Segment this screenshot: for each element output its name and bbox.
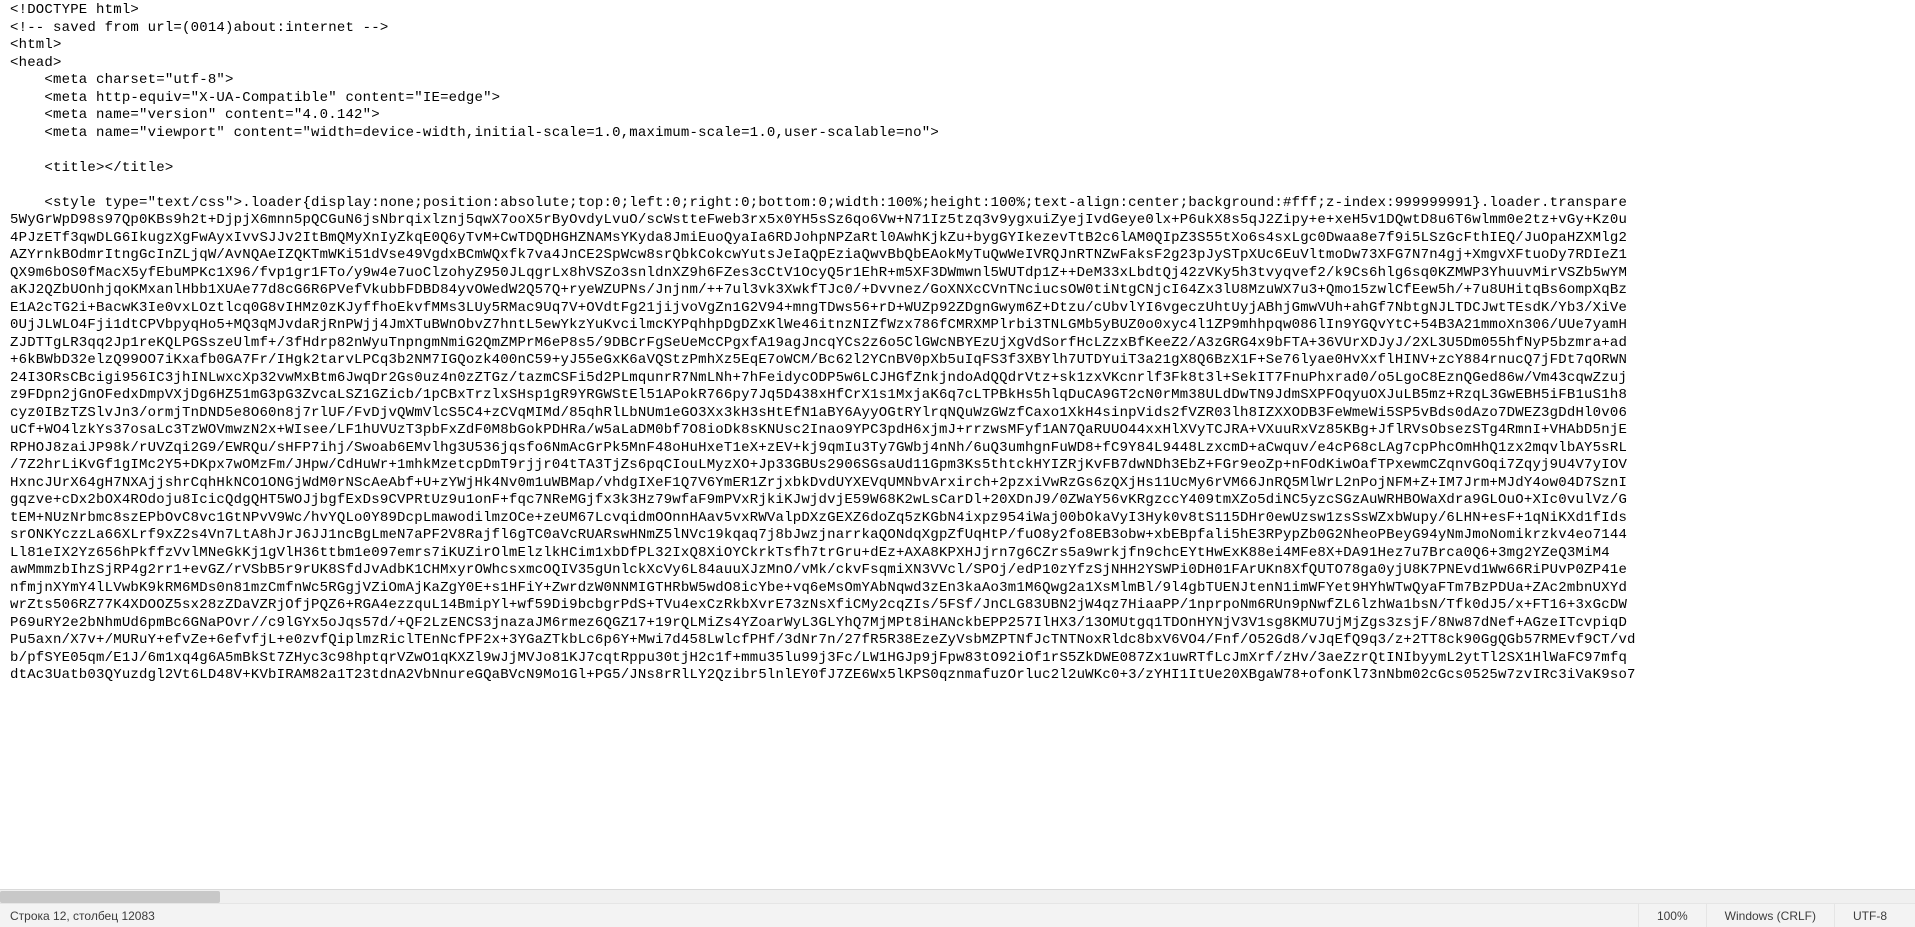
code-line[interactable]: Ll81eIX2Yz656hPkffzVvlMNeGkKj1gVlH36ttbm… bbox=[10, 545, 1907, 563]
code-line[interactable]: aKJ2QZbUOnhjqoKMxanlHbb1XUAe77d8cG6R6PVe… bbox=[10, 282, 1907, 300]
code-line[interactable]: QX9m6bOS0fMacX5yfEbuMPKc1X96/fvp1gr1FTo/… bbox=[10, 265, 1907, 283]
code-line[interactable]: <title></title> bbox=[10, 160, 1907, 178]
code-line[interactable]: <meta name="version" content="4.0.142"> bbox=[10, 107, 1907, 125]
code-line[interactable]: E1A2cTG2i+BacwK3Ie0vxLOztlcq0G8vIHMz0zKJ… bbox=[10, 300, 1907, 318]
line-ending-mode[interactable]: Windows (CRLF) bbox=[1706, 904, 1834, 927]
code-line[interactable]: <html> bbox=[10, 37, 1907, 55]
code-line[interactable]: <!-- saved from url=(0014)about:internet… bbox=[10, 20, 1907, 38]
code-line[interactable]: /7Z2hrLiKvGf1gIMc2Y5+DKpx7wOMzFm/JHpw/Cd… bbox=[10, 457, 1907, 475]
code-line[interactable]: +6kBWbD32elzQ99OO7iKxafb0GA7Fr/IHgk2tarv… bbox=[10, 352, 1907, 370]
code-line[interactable]: Pu5axn/X7v+/MURuY+efvZe+6efvfjL+e0zvfQip… bbox=[10, 632, 1907, 650]
code-line[interactable]: wrZts506RZ77K4XDOOZ5sx28zZDaVZRjOfjPQZ6+… bbox=[10, 597, 1907, 615]
code-line[interactable]: b/pfSYE05qm/E1J/6m1xq4g6A5mBkSt7ZHyc3c98… bbox=[10, 650, 1907, 668]
code-line[interactable]: <style type="text/css">.loader{display:n… bbox=[10, 195, 1907, 213]
code-line[interactable]: 4PJzETf3qwDLG6IkugzXgFwAyxIvvSJJv2ItBmQM… bbox=[10, 230, 1907, 248]
horizontal-scrollbar[interactable] bbox=[0, 889, 1915, 903]
code-line[interactable]: 0UjJLWLO4Fji1dtCPVbpyqHo5+MQ3qMJvdaRjRnP… bbox=[10, 317, 1907, 335]
code-line[interactable]: <meta name="viewport" content="width=dev… bbox=[10, 125, 1907, 143]
code-line[interactable]: <head> bbox=[10, 55, 1907, 73]
code-line[interactable]: srONKYczzLa66XLrf9xZ2s4Vn7LtA8hJrJ6JJ1nc… bbox=[10, 527, 1907, 545]
code-line[interactable]: uCf+WO4lzkYs37osaLc3TzWOVmwzN2x+WIsee/LF… bbox=[10, 422, 1907, 440]
code-line[interactable]: 24I3ORsCBcigi956IC3jhINLwxcXp32vwMxBtm6J… bbox=[10, 370, 1907, 388]
code-line[interactable]: z9FDpn2jGnOFedxDmpVXjDg6HZ51mG3pG3ZvcaLS… bbox=[10, 387, 1907, 405]
code-line[interactable]: ZJDTTgLR3qq2Jp1reKQLPGSszeUlmf+/3fHdrp82… bbox=[10, 335, 1907, 353]
file-encoding[interactable]: UTF-8 bbox=[1834, 904, 1905, 927]
code-line[interactable]: P69uRY2e2bNhmUd6pmBc6GNaPOvr//c9lGYx5oJq… bbox=[10, 615, 1907, 633]
code-line[interactable]: awMmmzbIhzSjRP4g2rr1+evGZ/rVSbB5r9rUK8Sf… bbox=[10, 562, 1907, 580]
code-line[interactable] bbox=[10, 142, 1907, 160]
code-line[interactable]: <meta http-equiv="X-UA-Compatible" conte… bbox=[10, 90, 1907, 108]
code-editor-viewport[interactable]: <!DOCTYPE html><!-- saved from url=(0014… bbox=[0, 0, 1915, 889]
code-line[interactable]: <meta charset="utf-8"> bbox=[10, 72, 1907, 90]
code-line[interactable]: HxncJUrX64gH7NXAjjshrCqhHkNCO1ONGjWdM0rN… bbox=[10, 475, 1907, 493]
code-line[interactable]: gqzve+cDx2bOX4ROdoju8IcicQdgQHT5WOJjbgfE… bbox=[10, 492, 1907, 510]
code-line[interactable]: AZYrnkBOdmrItngGcInZLjqW/AvNQAeIZQKTmWKi… bbox=[10, 247, 1907, 265]
code-line[interactable]: RPHOJ8zaiJP98k/rUVZqi2G9/EWRQu/sHFP7ihj/… bbox=[10, 440, 1907, 458]
zoom-level[interactable]: 100% bbox=[1638, 904, 1706, 927]
code-line[interactable]: cyz0IBzTZSlvJn3/ormjTnDND5e8O60n8j7rlUF/… bbox=[10, 405, 1907, 423]
horizontal-scrollbar-thumb[interactable] bbox=[0, 891, 220, 903]
code-line[interactable]: dtAc3Uatb03QYuzdgl2Vt6LD48V+KVbIRAM82a1T… bbox=[10, 667, 1907, 685]
code-line[interactable]: 5WyGrWpD98s97Qp0KBs9h2t+DjpjX6mnn5pQCGuN… bbox=[10, 212, 1907, 230]
code-line[interactable] bbox=[10, 177, 1907, 195]
code-line[interactable]: nfmjnXYmY4lLVwbK9kRM6MDs0n81mzCmfnWc5RGg… bbox=[10, 580, 1907, 598]
code-line[interactable]: tEM+NUzNrbmc8szEPbOvC8vc1GtNPvV9Wc/hvYQL… bbox=[10, 510, 1907, 528]
code-line[interactable]: <!DOCTYPE html> bbox=[10, 2, 1907, 20]
cursor-position: Строка 12, столбец 12083 bbox=[10, 909, 155, 923]
status-bar: Строка 12, столбец 12083 100% Windows (C… bbox=[0, 903, 1915, 927]
